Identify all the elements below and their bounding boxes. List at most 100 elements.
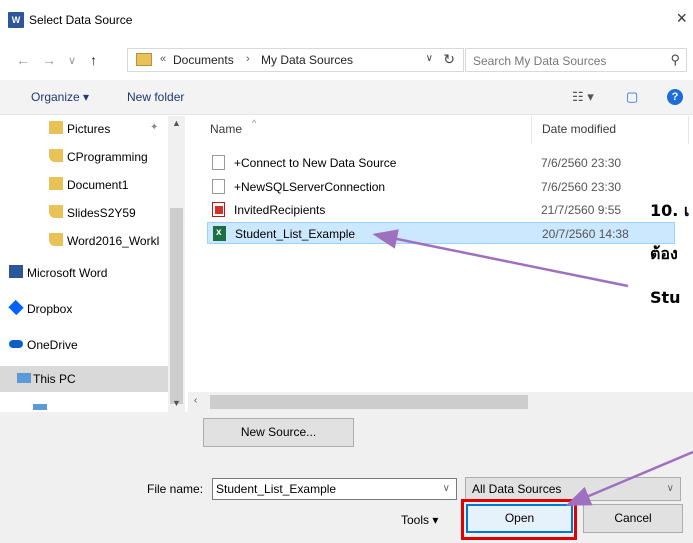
back-icon[interactable]: ← [16, 52, 30, 68]
onedrive-folder-icon [49, 149, 63, 162]
sidebar-item-label: OneDrive [27, 338, 78, 352]
blank-file-icon [212, 155, 225, 170]
file-name-label: File name: [147, 482, 204, 496]
file-date: 7/6/2560 23:30 [541, 180, 622, 194]
sidebar-item-label: Document1 [67, 178, 129, 192]
address-bar[interactable]: « Documents › My Data Sources ∨ ↻ [127, 48, 464, 72]
sidebar-item-label: CProgramming [67, 150, 148, 164]
pdf-file-icon [212, 202, 225, 217]
sidebar-item-pictures[interactable]: Pictures ✦ [0, 116, 168, 142]
file-row-selected[interactable]: Student_List_Example 20/7/2560 14:38 [207, 222, 675, 244]
sort-arrow-icon: ^ [252, 118, 257, 128]
file-date: 20/7/2560 14:38 [542, 227, 629, 241]
help-icon[interactable]: ? [667, 89, 683, 105]
chevron-down-icon[interactable]: ∨ [426, 53, 433, 64]
annotation-file-text: Stu [650, 288, 681, 307]
scrollbar-thumb[interactable] [210, 395, 528, 409]
network-icon [33, 404, 47, 410]
dialog-footer: New Source... File name: Student_List_Ex… [0, 412, 693, 543]
file-row[interactable]: InvitedRecipients 21/7/2560 9:55 [207, 199, 675, 221]
open-button-highlight [461, 499, 577, 540]
file-date: 7/6/2560 23:30 [541, 156, 622, 170]
chevron-down-icon[interactable]: ∨ [667, 478, 674, 500]
sidebar-item-word2016[interactable]: Word2016_Workl [0, 228, 168, 254]
window-title: Select Data Source [29, 13, 133, 27]
column-header-name[interactable]: ^ Name [210, 118, 256, 136]
scroll-up-icon[interactable]: ▲ [172, 118, 181, 128]
sidebar-item-this-pc[interactable]: This PC [0, 366, 168, 392]
breadcrumb-documents[interactable]: Documents [173, 53, 234, 67]
new-source-button[interactable]: New Source... [203, 418, 354, 447]
onedrive-folder-icon [49, 205, 63, 218]
sidebar-item-label: Word2016_Workl [67, 234, 160, 248]
annotation-thai-text: ต้อง [650, 244, 678, 263]
file-list: ^ Name Date modified +Connect to New Dat… [188, 116, 693, 412]
close-icon[interactable]: × [676, 9, 687, 27]
pin-icon[interactable]: ✦ [150, 122, 158, 133]
recent-locations-icon[interactable]: ∨ [68, 54, 76, 67]
file-date: 21/7/2560 9:55 [541, 203, 622, 217]
new-folder-button[interactable]: New folder [127, 90, 184, 104]
scroll-left-icon[interactable]: ‹ [194, 395, 197, 406]
sidebar-scrollbar[interactable]: ▲ ▼ [168, 116, 185, 412]
sidebar-item-microsoft-word[interactable]: Microsoft Word [0, 260, 168, 286]
column-divider[interactable] [688, 116, 689, 144]
file-list-scrollbar[interactable]: ‹ [188, 392, 693, 412]
sidebar-item-partial[interactable] [0, 402, 168, 412]
command-bar: Organize ▾ New folder ☷ ▾ ▢ ? [0, 80, 693, 115]
sidebar-item-cprogramming[interactable]: CProgramming [0, 144, 168, 170]
folder-icon [49, 177, 63, 190]
cancel-button[interactable]: Cancel [583, 504, 683, 533]
pictures-folder-icon [49, 121, 63, 134]
up-icon[interactable]: ↑ [90, 52, 97, 68]
title-bar: W Select Data Source × [0, 0, 693, 44]
sidebar-item-label: Microsoft Word [27, 266, 108, 280]
view-options-icon[interactable]: ☷ ▾ [572, 89, 594, 105]
file-type-value: All Data Sources [472, 482, 562, 496]
onedrive-folder-icon [49, 233, 63, 246]
word-icon [9, 265, 23, 278]
sidebar-item-document1[interactable]: Document1 [0, 172, 168, 198]
scroll-down-icon[interactable]: ▼ [172, 398, 181, 408]
dropbox-icon [8, 299, 24, 316]
file-name: +NewSQLServerConnection [234, 180, 386, 194]
chevron-down-icon[interactable]: ∨ [443, 479, 450, 499]
search-placeholder: Search My Data Sources [473, 54, 607, 68]
forward-icon[interactable]: → [42, 52, 56, 68]
refresh-icon[interactable]: ↻ [443, 51, 455, 68]
column-header-date[interactable]: Date modified [542, 122, 616, 136]
sidebar-item-slidess2y59[interactable]: SlidesS2Y59 [0, 200, 168, 226]
sidebar-item-label: SlidesS2Y59 [67, 206, 136, 220]
file-row[interactable]: +NewSQLServerConnection 7/6/2560 23:30 [207, 176, 675, 198]
file-name: Student_List_Example [235, 227, 356, 241]
file-name-value: Student_List_Example [216, 482, 337, 496]
organize-button[interactable]: Organize ▾ [31, 90, 89, 104]
sidebar-item-dropbox[interactable]: Dropbox [0, 296, 168, 322]
file-name: InvitedRecipients [234, 203, 326, 217]
tools-menu-button[interactable]: Tools ▾ [401, 513, 438, 527]
sidebar-item-label: Pictures [67, 122, 111, 136]
onedrive-icon [9, 340, 23, 348]
sidebar-item-onedrive[interactable]: OneDrive [0, 332, 168, 358]
annotation-step-text: 10. เ [650, 201, 690, 220]
file-name: +Connect to New Data Source [234, 156, 397, 170]
scrollbar-thumb[interactable] [170, 208, 183, 404]
breadcrumb-separator[interactable]: › [246, 53, 250, 65]
file-row[interactable]: +Connect to New Data Source 7/6/2560 23:… [207, 152, 675, 174]
word-app-icon: W [8, 12, 24, 28]
file-name-field[interactable]: Student_List_Example ∨ [212, 478, 457, 500]
column-header-name-label: Name [210, 122, 243, 136]
search-icon[interactable]: ⚲ [670, 52, 680, 68]
navigation-pane: Pictures ✦ CProgramming Document1 Slides… [0, 116, 188, 412]
address-overflow-icon[interactable]: « [160, 53, 166, 65]
file-type-dropdown[interactable]: All Data Sources ∨ [465, 477, 681, 501]
folder-icon [136, 53, 152, 66]
preview-pane-icon[interactable]: ▢ [626, 89, 638, 105]
sidebar-item-label: Dropbox [27, 302, 73, 316]
breadcrumb-my-data-sources[interactable]: My Data Sources [261, 53, 353, 67]
search-input[interactable]: Search My Data Sources ⚲ [465, 48, 687, 72]
excel-file-icon [213, 226, 226, 241]
pc-icon [17, 373, 31, 383]
column-divider[interactable] [531, 116, 532, 144]
sidebar-item-label: This PC [33, 372, 76, 386]
